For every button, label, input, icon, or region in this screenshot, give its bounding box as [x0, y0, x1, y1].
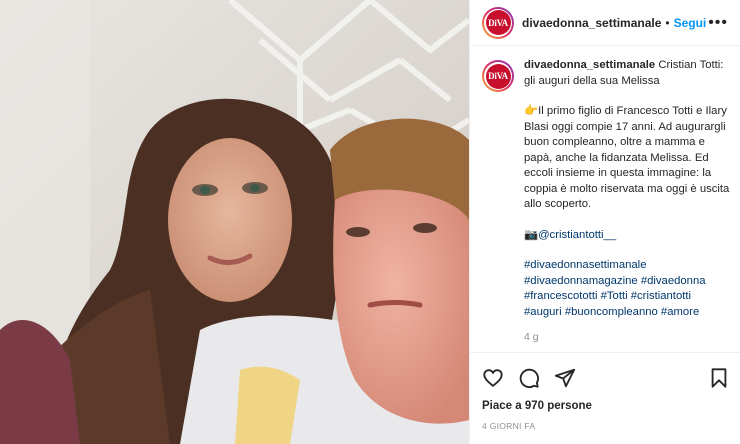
hashtag-line[interactable]: #francescototti #Totti #cristiantotti: [524, 289, 732, 305]
post-date: 4 GIORNI FA: [482, 421, 536, 431]
avatar-logo: DiVA: [485, 10, 511, 35]
more-options-icon[interactable]: •••: [708, 14, 728, 32]
mention-link[interactable]: @cristiantotti__: [538, 229, 616, 241]
separator-dot: •: [665, 15, 670, 30]
caption-time: 4 g: [524, 331, 539, 343]
hashtag-line[interactable]: #divaedonnamagazine #divaedonna: [524, 274, 732, 290]
action-icons: [482, 365, 729, 391]
post-photo: [0, 0, 469, 444]
caption-avatar[interactable]: DiVA: [482, 60, 514, 92]
camera-icon: 📷: [524, 228, 539, 241]
avatar-ring: DiVA: [484, 8, 512, 37]
caption: DiVA divaedonna_settimanale Cristian Tot…: [482, 58, 732, 346]
avatar[interactable]: DiVA: [482, 6, 514, 39]
heart-icon[interactable]: [482, 367, 504, 389]
caption-body: Il primo figlio di Francesco Totti e Ila…: [524, 105, 730, 210]
bookmark-icon[interactable]: [709, 367, 729, 389]
caption-credit: 📷@cristiantotti__: [524, 228, 732, 244]
post-username[interactable]: divaedonna_settimanale: [522, 16, 661, 30]
post-actions: Piace a 970 persone 4 GIORNI FA: [470, 352, 740, 431]
caption-text: divaedonna_settimanale Cristian Totti: g…: [524, 58, 732, 346]
follow-button[interactable]: Segui: [674, 16, 707, 30]
hashtags: #divaedonnasettimanale #divaedonnamagazi…: [524, 258, 732, 320]
post-header: DiVA divaedonna_settimanale • Segui •••: [470, 0, 740, 46]
comment-icon[interactable]: [518, 367, 540, 389]
pointing-hand-icon: 👉: [524, 105, 539, 117]
caption-username[interactable]: divaedonna_settimanale: [524, 59, 655, 71]
post-panel: DiVA divaedonna_settimanale • Segui ••• …: [469, 0, 740, 444]
share-icon[interactable]: [554, 367, 576, 389]
likes-count[interactable]: Piace a 970 persone: [482, 400, 729, 412]
avatar-ring: DiVA: [484, 62, 512, 90]
post-media[interactable]: [0, 0, 469, 444]
caption-body-paragraph: 👉Il primo figlio di Francesco Totti e Il…: [524, 104, 732, 213]
hashtag-line[interactable]: #auguri #buoncompleanno #amore: [524, 305, 732, 321]
avatar-logo: DiVA: [485, 63, 511, 89]
hashtag-line[interactable]: #divaedonnasettimanale: [524, 258, 732, 274]
